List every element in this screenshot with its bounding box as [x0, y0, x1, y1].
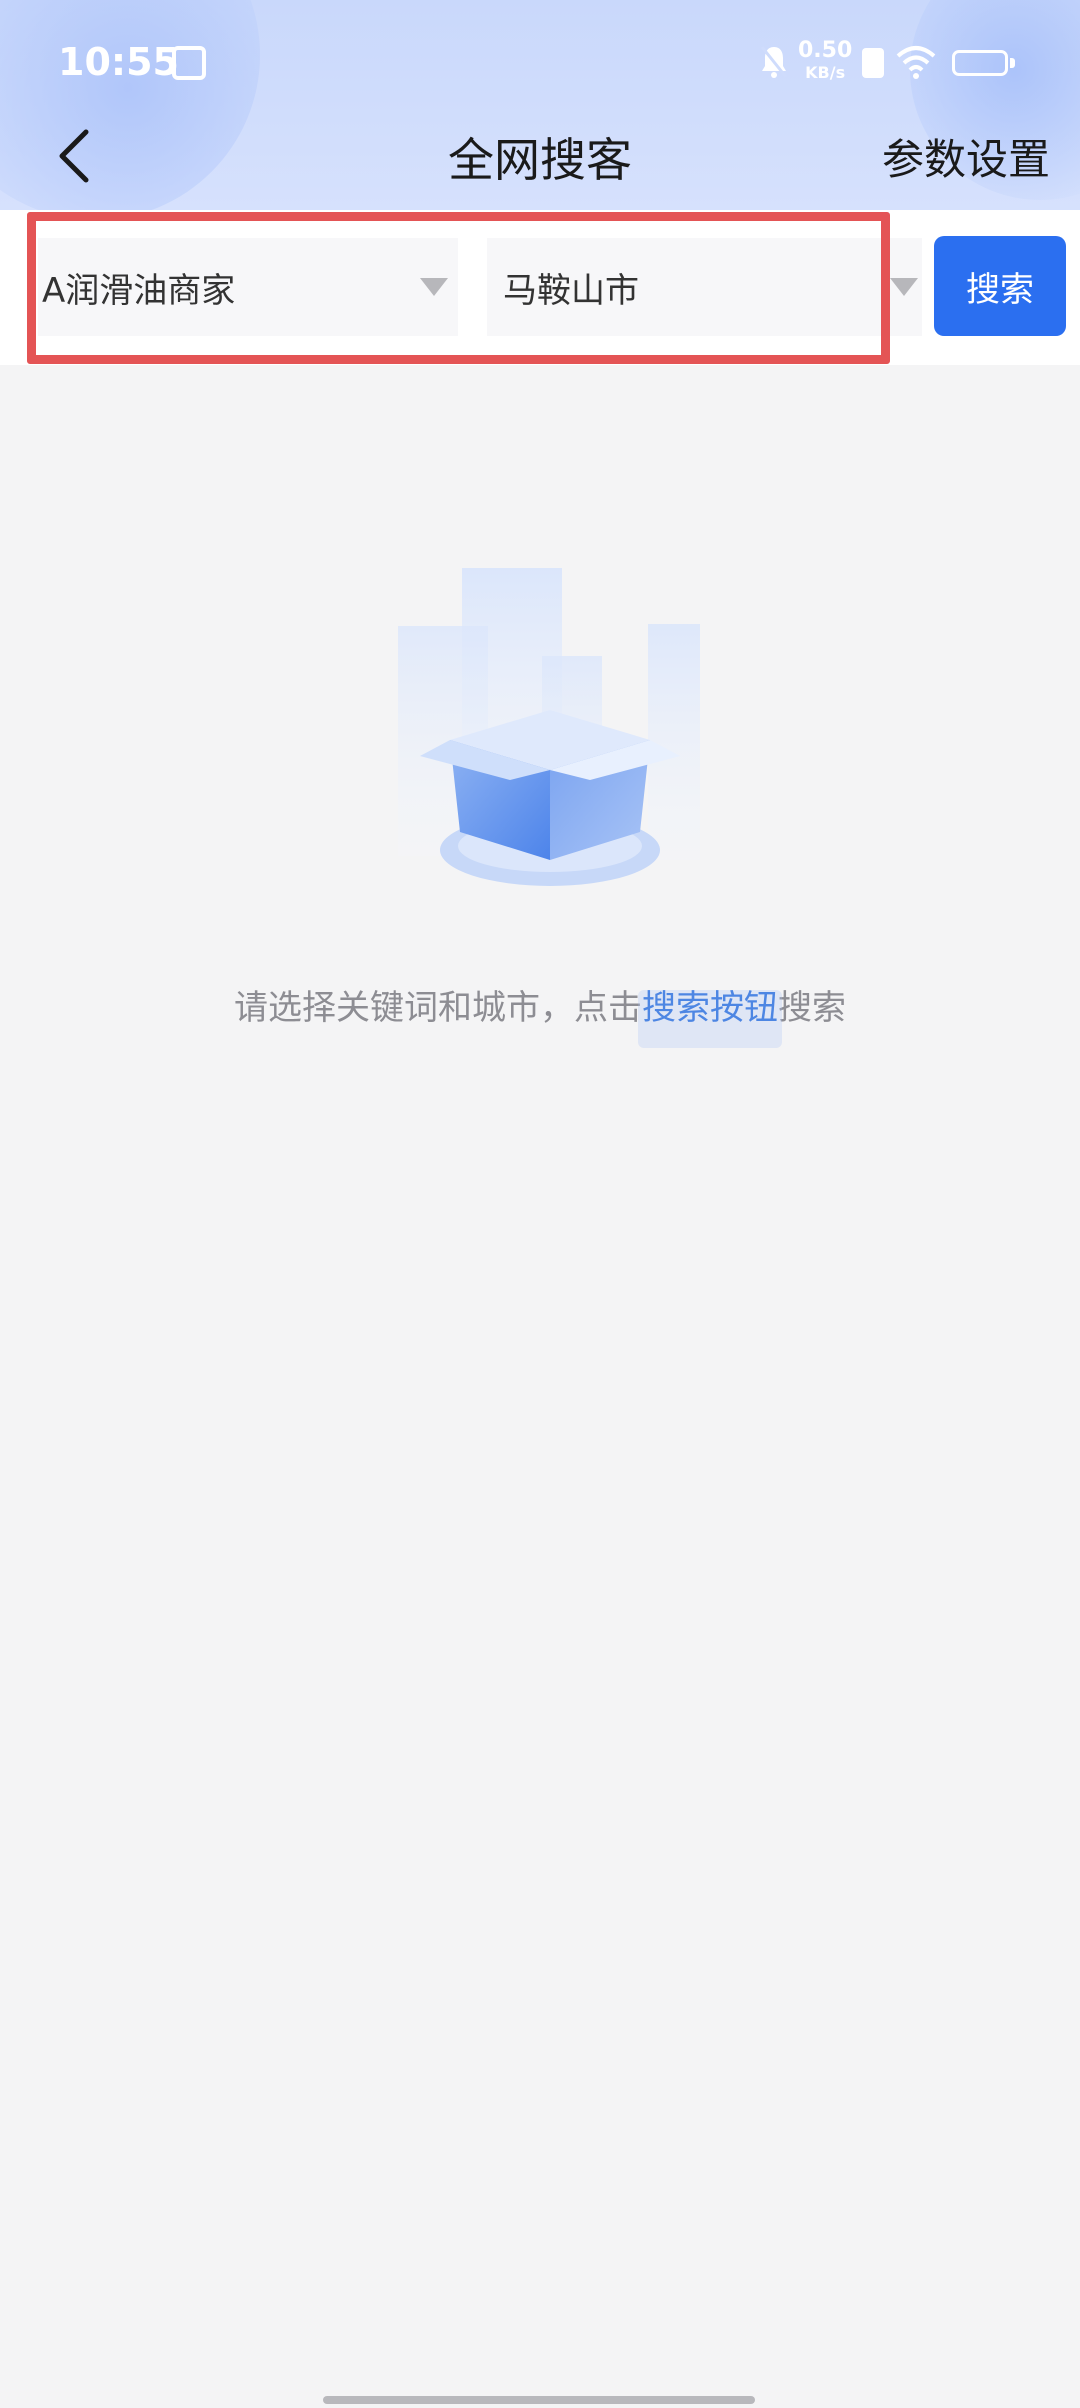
search-button[interactable]: 搜索 [934, 236, 1066, 336]
sim-icon [862, 48, 884, 78]
status-time: 10:55 [58, 40, 179, 84]
network-speed: 0.50 KB/s [798, 40, 852, 84]
hint-prefix: 请选择关键词和城市，点击 [234, 988, 642, 1028]
hint-suffix: 搜索 [778, 988, 846, 1028]
empty-state-hint: 请选择关键词和城市，点击搜索按钮搜索 [0, 980, 1080, 1029]
hint-search-link[interactable]: 搜索按钮 [642, 988, 778, 1028]
battery-icon [952, 50, 1008, 76]
network-speed-unit: KB/s [805, 63, 846, 82]
home-indicator[interactable] [323, 2396, 755, 2404]
parameter-settings-link[interactable]: 参数设置 [882, 126, 1050, 187]
battery-tip [1010, 58, 1015, 68]
dropdown-caret-icon [890, 278, 918, 296]
network-speed-value: 0.50 [798, 38, 853, 63]
selection-highlight-frame [27, 212, 890, 364]
calendar-icon [172, 46, 206, 80]
bell-muted-icon [760, 46, 788, 78]
wifi-icon [896, 46, 936, 79]
empty-box-icon [398, 568, 700, 886]
